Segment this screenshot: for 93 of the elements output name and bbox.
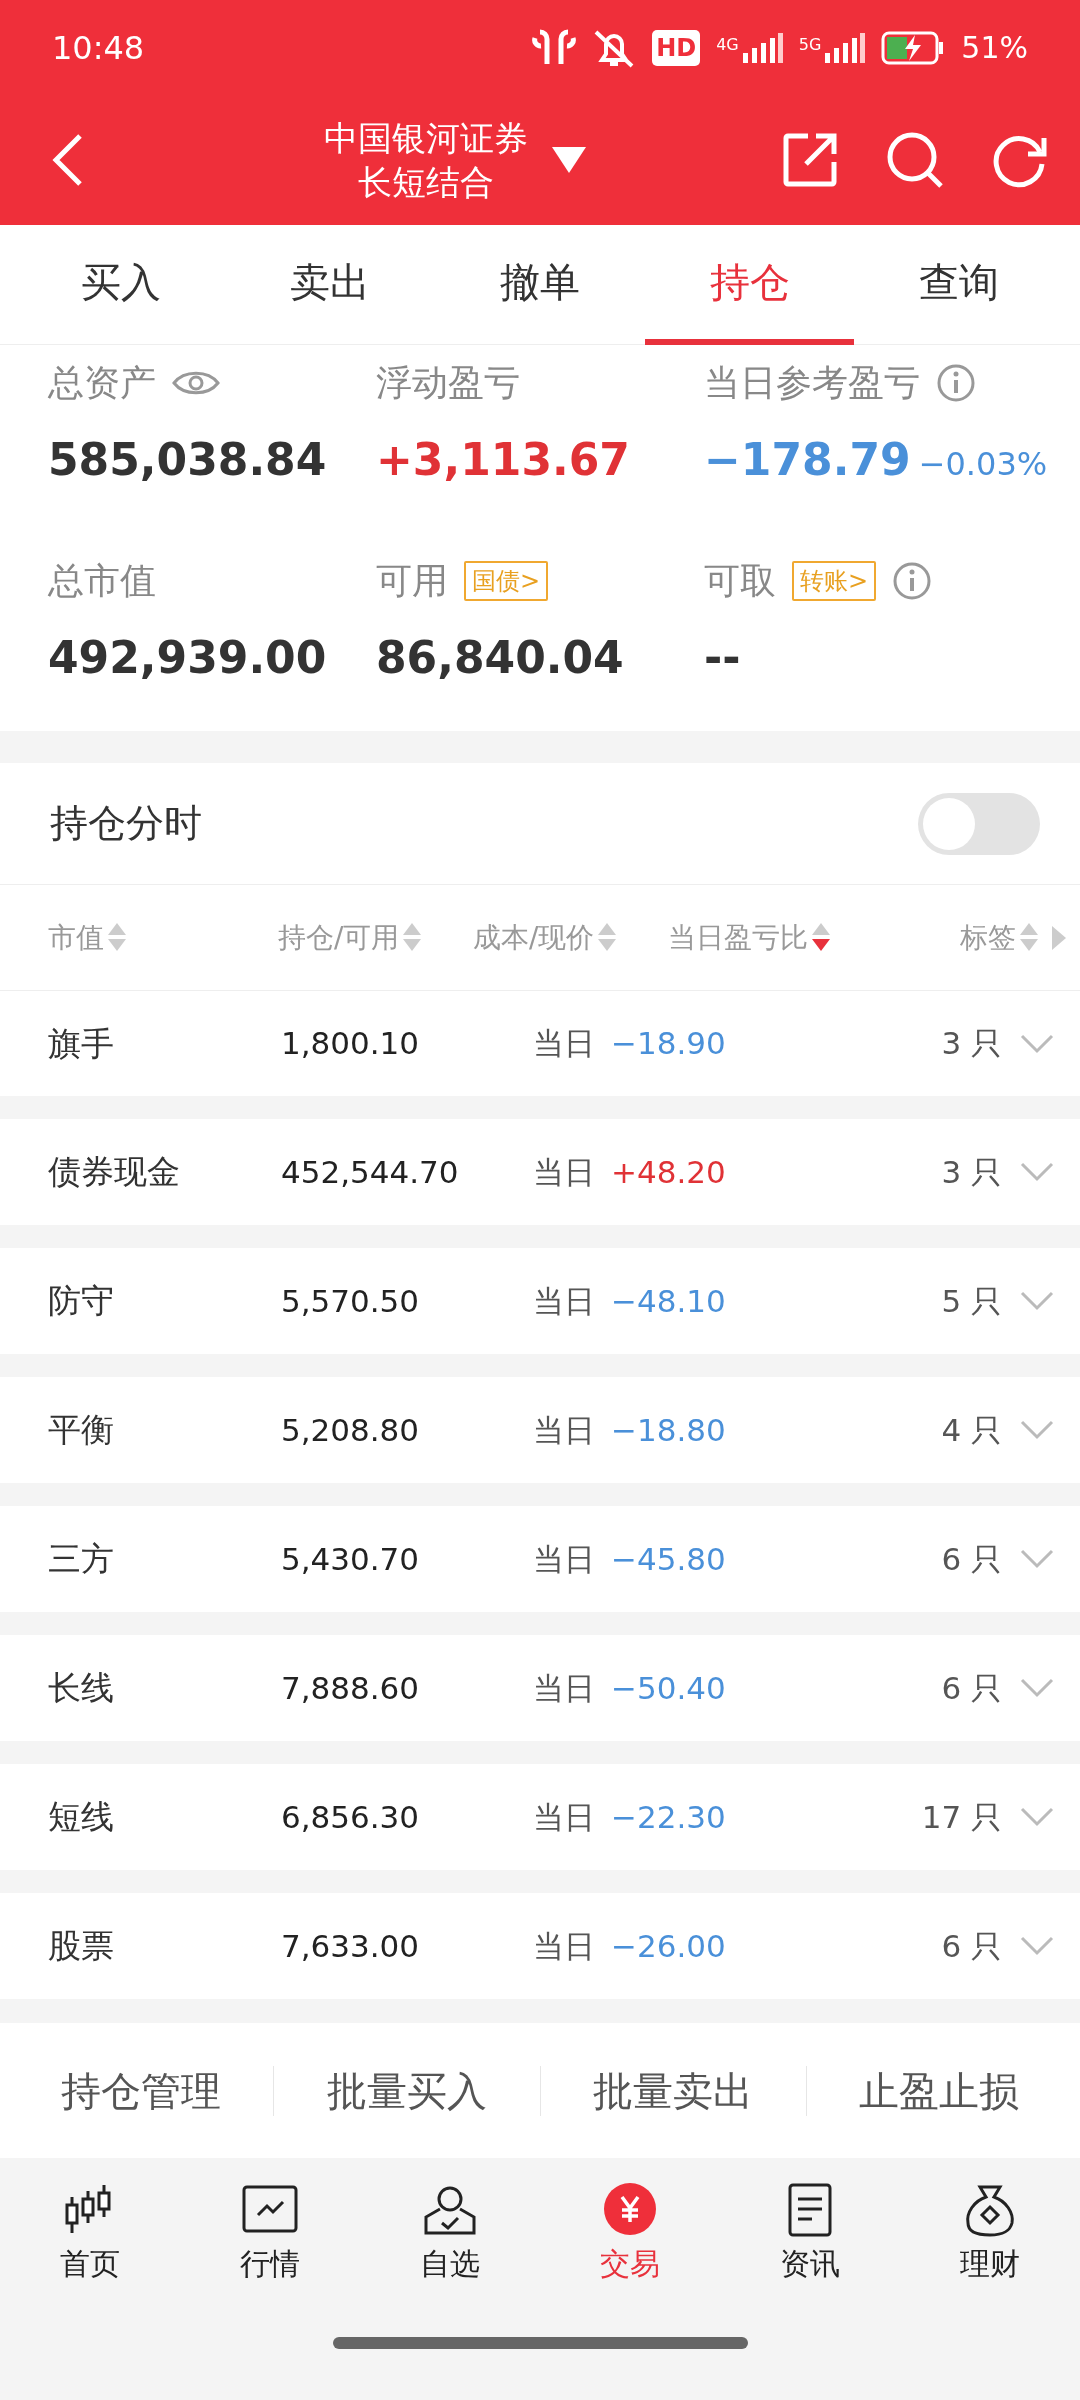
signal-icon [825,32,866,63]
group-name: 短线 [48,1796,115,1839]
holding-value: 1,800.10 [281,1024,421,1064]
stock-count: 3 只 [941,1024,1002,1064]
yuan-icon [602,2183,658,2237]
period-label: 当日 [533,1281,595,1321]
expand-icon[interactable] [1020,1807,1054,1827]
metric-percent: −0.03% [918,444,1048,485]
metric-value: −178.79 [704,433,911,487]
nav-tab[interactable]: 自选 [360,2182,540,2287]
group-name: 债券现金 [48,1151,181,1194]
holding-value: 5,208.80 [281,1410,421,1450]
group-name: 长线 [48,1667,115,1710]
tab[interactable]: 撤单 [435,225,645,345]
group-name: 防守 [48,1280,115,1323]
scroll-right-icon [1052,925,1066,950]
tab[interactable]: 卖出 [225,225,436,345]
daily-pnl: −50.40 [611,1668,726,1708]
stock-count: 5 只 [941,1281,1002,1321]
action-button[interactable]: 批量买入 [274,2035,540,2146]
action-button[interactable]: 持仓管理 [8,2035,274,2146]
stock-count: 6 只 [941,1668,1002,1708]
group-name: 平衡 [48,1409,115,1452]
action-button[interactable]: 批量卖出 [540,2035,806,2146]
stock-count: 6 只 [941,1926,1002,1966]
holding-value: 7,888.60 [281,1668,421,1708]
stock-count: 17 只 [921,1797,1002,1837]
stock-count: 4 只 [941,1410,1002,1450]
period-label: 当日 [533,1797,595,1837]
period-label: 当日 [533,1152,595,1192]
period-label: 当日 [533,1539,595,1579]
metric-value: +3,113.67 [376,433,630,487]
daily-pnl: −48.10 [611,1281,726,1321]
metric-label: 总市值 [48,559,156,603]
metric-label: 浮动盈亏 [376,361,520,405]
hd-badge: HD [652,29,701,66]
expand-icon[interactable] [1020,1033,1054,1054]
metric-label: 当日参考盈亏 [704,361,920,405]
status-time: 10:48 [52,27,145,69]
tab[interactable]: 查询 [854,225,1064,345]
holding-value: 5,570.50 [281,1281,421,1321]
group-name: 旗手 [48,1022,115,1065]
period-label: 当日 [533,1668,595,1708]
nav-tab[interactable]: 理财 [900,2182,1080,2287]
signal-icon [742,32,783,63]
expand-icon[interactable] [1020,1162,1054,1182]
expand-icon[interactable] [1020,1549,1054,1569]
nav-tab[interactable]: 行情 [180,2182,360,2287]
tab[interactable]: 买入 [16,225,226,345]
daily-pnl: −22.30 [611,1797,726,1837]
holding-value: 452,544.70 [281,1152,460,1192]
expand-icon[interactable] [1020,1420,1054,1440]
metric-value: -- [704,631,741,685]
header-title: 中国银河证券 [324,116,528,160]
expand-icon[interactable] [1020,1291,1054,1311]
network-label: 4G [716,33,739,56]
metric-value: 585,038.84 [48,433,327,487]
nav-tab[interactable]: 资讯 [720,2182,900,2287]
daily-pnl: −26.00 [611,1926,726,1966]
expand-icon[interactable] [1020,1678,1054,1698]
info-icon [892,561,933,601]
expand-icon[interactable] [1020,1936,1054,1956]
action-button[interactable]: 止盈止损 [806,2035,1072,2146]
info-icon [936,363,976,403]
metric-label: 总资产 [48,361,156,405]
daily-pnl: −18.90 [611,1024,726,1064]
nav-tab[interactable]: 交易 [540,2182,720,2287]
metric-label: 可取 [704,559,776,603]
period-label: 当日 [533,1926,595,1966]
battery-icon [881,30,946,65]
group-name: 三方 [48,1538,115,1581]
group-name: 股票 [48,1925,115,1968]
metric-value: 86,840.04 [376,631,624,685]
daily-pnl: +48.20 [611,1152,726,1192]
nav-tab[interactable]: 首页 [0,2182,180,2287]
holding-value: 6,856.30 [281,1797,421,1837]
network-label: 5G [798,33,822,56]
daily-pnl: −18.80 [611,1410,726,1450]
header-subtitle: 长短结合 [358,161,494,204]
share-icon[interactable] [782,132,838,188]
holding-value: 7,633.00 [281,1926,421,1966]
period-label: 当日 [533,1410,595,1450]
stock-count: 3 只 [941,1152,1002,1192]
metric-label: 可用 [376,559,448,603]
battery-percent: 51% [961,29,1028,67]
stock-count: 6 只 [941,1539,1002,1579]
daily-pnl: −45.80 [611,1539,726,1579]
period-label: 当日 [533,1024,595,1064]
holding-value: 5,430.70 [281,1539,421,1579]
search-icon[interactable] [886,131,944,189]
metric-value: 492,939.00 [48,631,327,685]
dropdown-icon[interactable] [552,147,586,173]
section-title: 持仓分时 [50,800,202,847]
